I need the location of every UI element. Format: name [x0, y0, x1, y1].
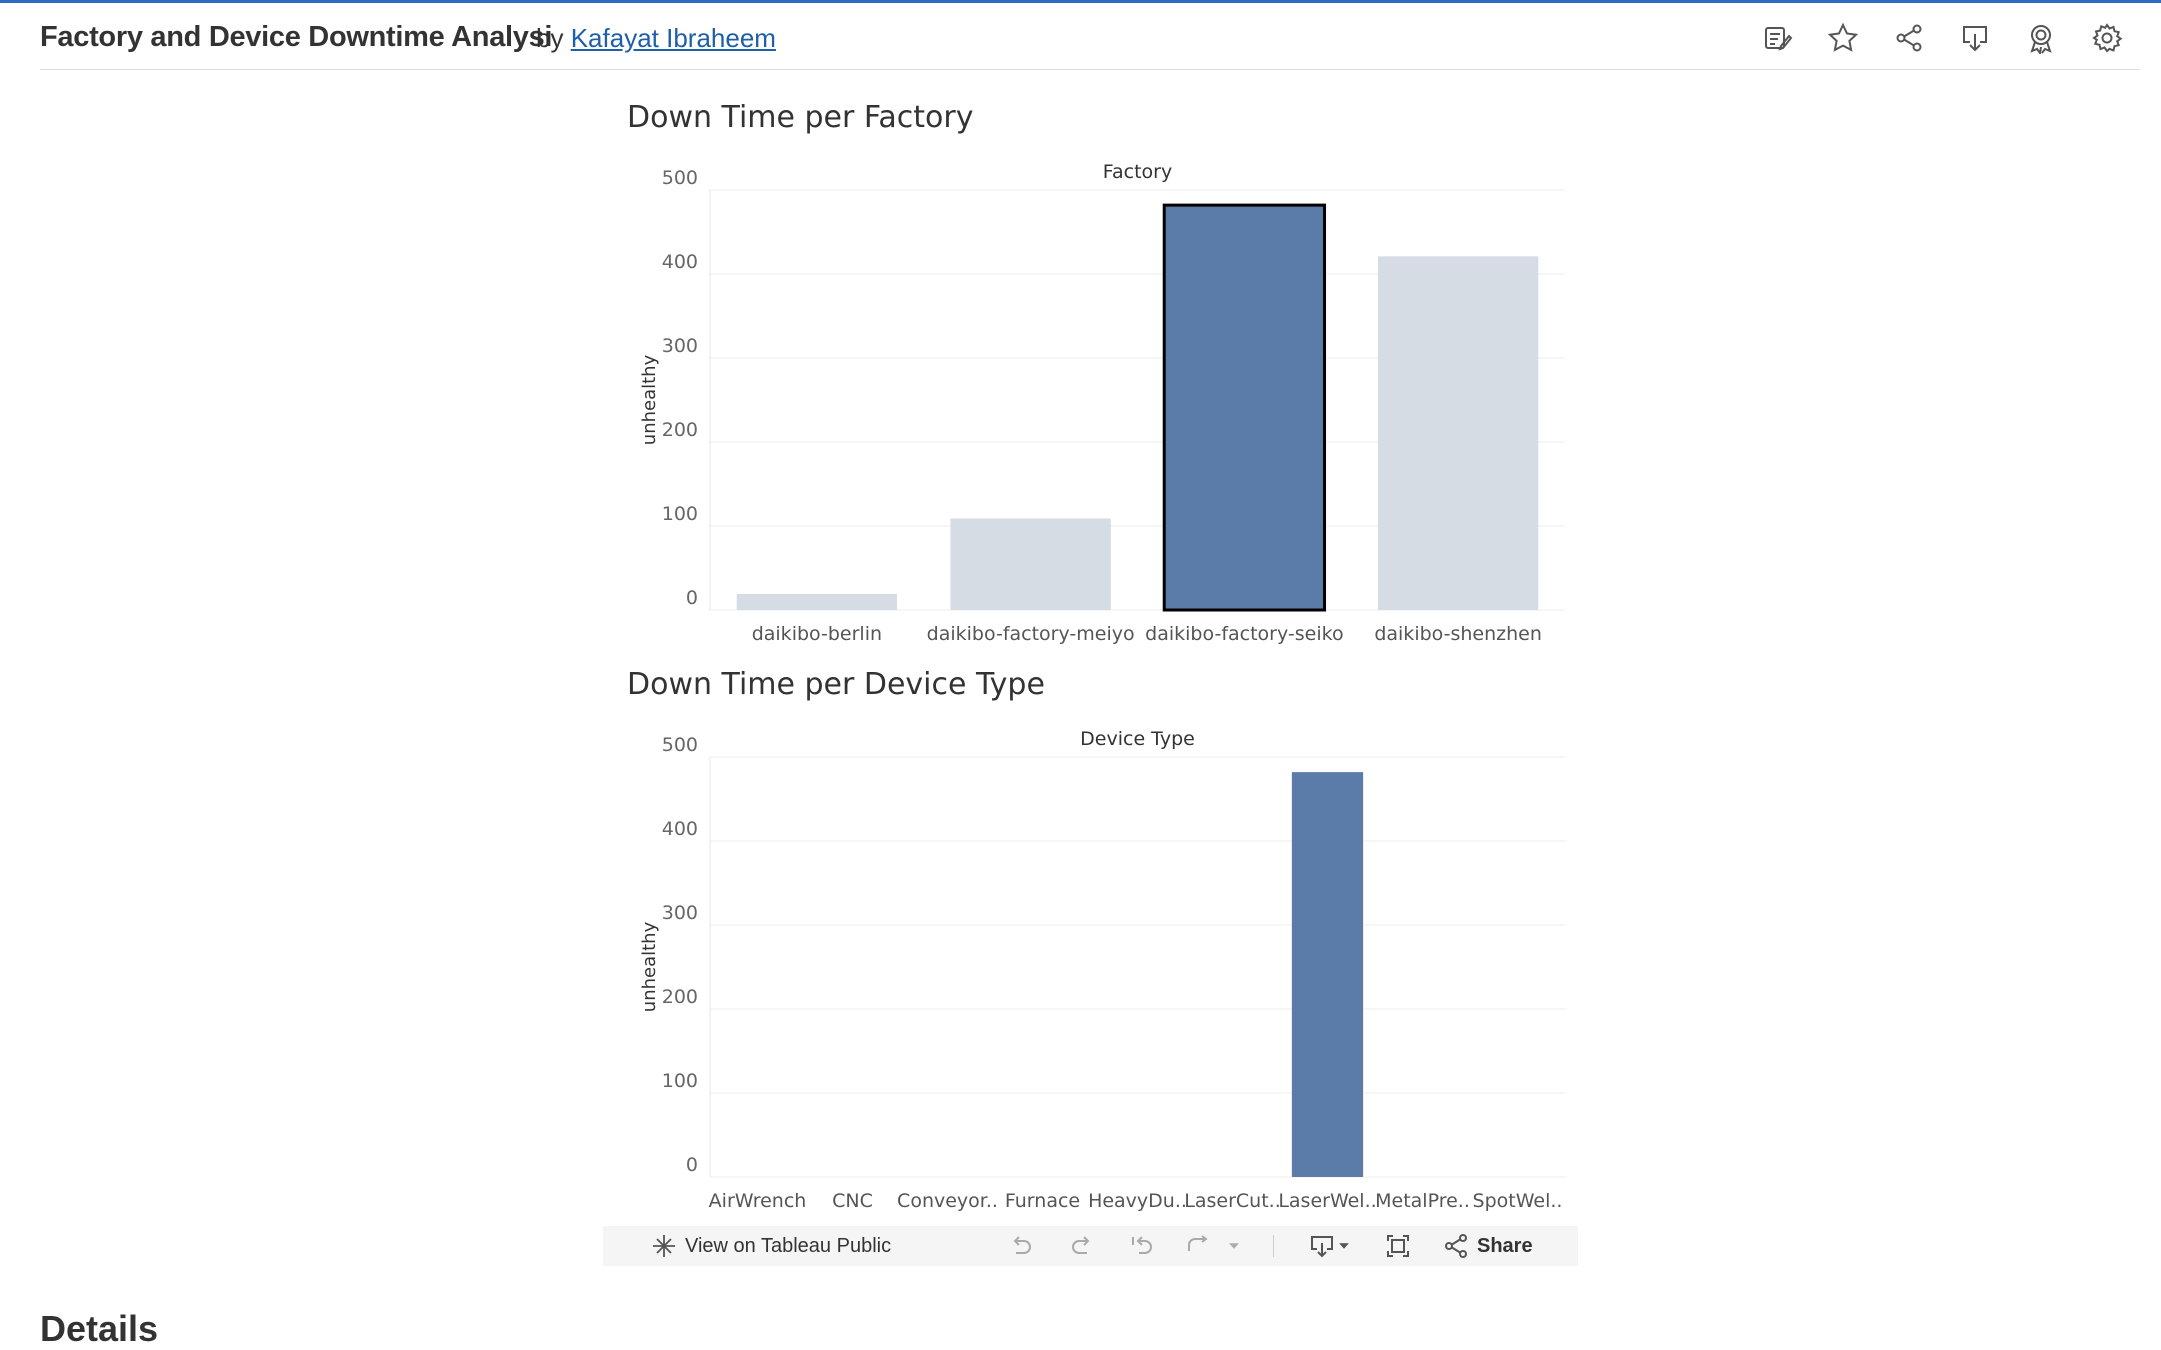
- x-tick-label: daikibo-berlin: [752, 623, 882, 645]
- toolbar-share-button[interactable]: Share: [1443, 1226, 1533, 1266]
- download-button[interactable]: [1956, 19, 1994, 57]
- redo-button[interactable]: [1069, 1226, 1095, 1266]
- chart-title-factory: Down Time per Factory: [627, 100, 974, 135]
- favorite-button[interactable]: [1824, 19, 1862, 57]
- x-tick-label: Conveyor..: [897, 1190, 998, 1212]
- refresh-dropdown[interactable]: [1227, 1226, 1241, 1266]
- x-tick-label: HeavyDu..: [1088, 1190, 1187, 1212]
- revert-button[interactable]: [1129, 1226, 1155, 1266]
- device-type-bar-chart: Device Type unhealthy 0 100 200 300 400 500 AirW…: [639, 728, 1565, 1212]
- byline: by Kafayat Ibraheem: [536, 23, 776, 54]
- y-axis-label: unhealthy: [639, 354, 660, 445]
- view-on-tableau-label: View on Tableau Public: [685, 1234, 892, 1257]
- y-tick-label: 400: [662, 251, 698, 273]
- x-tick-label: daikibo-factory-seiko: [1145, 623, 1343, 645]
- chart-title-device-type: Down Time per Device Type: [627, 667, 1045, 702]
- settings-icon: [2092, 23, 2123, 53]
- x-tick-label: daikibo-factory-meiyo: [927, 623, 1135, 645]
- y-tick-label: 0: [686, 1154, 698, 1176]
- y-tick-label: 400: [662, 818, 698, 840]
- y-tick-label: 100: [662, 1070, 698, 1092]
- refresh-button[interactable]: [1185, 1226, 1211, 1266]
- x-tick-label: SpotWel..: [1473, 1190, 1563, 1212]
- view-on-tableau-public-button[interactable]: View on Tableau Public: [651, 1226, 891, 1266]
- y-tick-label: 0: [686, 587, 698, 609]
- page-title: Factory and Device Downtime Analysi: [40, 21, 553, 53]
- bar-daikibo-factory-seiko[interactable]: [1162, 203, 1327, 612]
- by-label: by: [536, 23, 564, 53]
- dropdown-icon: [1229, 1243, 1239, 1249]
- dropdown-icon: [1339, 1243, 1349, 1249]
- x-tick-label: Furnace: [1005, 1190, 1080, 1212]
- download-menu-button[interactable]: [1309, 1226, 1351, 1266]
- x-tick-label: daikibo-shenzhen: [1374, 623, 1542, 645]
- share-button[interactable]: [1890, 19, 1928, 57]
- y-tick-label: 300: [662, 335, 698, 357]
- undo-icon: [1013, 1236, 1031, 1254]
- x-tick-label: LaserWel..: [1278, 1190, 1376, 1212]
- bar-laserwel[interactable]: [1291, 772, 1364, 1177]
- details-heading: Details: [40, 1308, 159, 1349]
- refresh-icon: [1188, 1235, 1208, 1251]
- share-label: Share: [1477, 1234, 1533, 1257]
- badge-icon: [2030, 25, 2052, 54]
- share-icon: [1896, 24, 1922, 52]
- fullscreen-icon: [1387, 1235, 1409, 1257]
- y-axis-label: unhealthy: [639, 921, 660, 1012]
- y-tick-label: 500: [662, 734, 698, 756]
- factory-bar-chart: Factory unhealthy 0 100 200 300 400 500 daikibo-…: [639, 161, 1565, 645]
- revert-icon: [1132, 1236, 1152, 1254]
- bar-daikibo-shenzhen[interactable]: [1377, 256, 1539, 610]
- tableau-toolbar: View on Tableau Public Share: [603, 1226, 1578, 1266]
- x-tick-label: LaserCut..: [1184, 1190, 1280, 1212]
- header-bar: Factory and Device Downtime Analysi by K…: [40, 3, 2140, 70]
- chart-header: Device Type: [1080, 728, 1195, 750]
- share-icon: [1445, 1234, 1467, 1258]
- badge-button[interactable]: [2022, 19, 2060, 57]
- toolbar-divider: [1273, 1235, 1274, 1257]
- bar-daikibo-berlin[interactable]: [736, 594, 898, 610]
- download-icon: [1963, 26, 1987, 52]
- chart-header: Factory: [1103, 161, 1172, 183]
- edit-icon: [1765, 27, 1793, 51]
- y-tick-label: 500: [662, 167, 698, 189]
- download-icon: [1311, 1236, 1333, 1258]
- bar-daikibo-factory-meiyo[interactable]: [950, 518, 1111, 610]
- edit-button[interactable]: [1758, 19, 1796, 57]
- y-tick-label: 200: [662, 986, 698, 1008]
- y-tick-label: 100: [662, 503, 698, 525]
- y-tick-label: 200: [662, 419, 698, 441]
- x-tick-label: CNC: [832, 1190, 873, 1212]
- fullscreen-button[interactable]: [1385, 1226, 1411, 1266]
- author-link[interactable]: Kafayat Ibraheem: [571, 23, 776, 53]
- redo-icon: [1072, 1236, 1090, 1254]
- star-icon: [1827, 22, 1859, 52]
- settings-button[interactable]: [2088, 19, 2126, 57]
- y-tick-label: 300: [662, 902, 698, 924]
- x-tick-label: AirWrench: [709, 1190, 807, 1212]
- undo-button[interactable]: [1008, 1226, 1034, 1266]
- tableau-icon: [653, 1235, 675, 1257]
- x-tick-label: MetalPre..: [1375, 1190, 1470, 1212]
